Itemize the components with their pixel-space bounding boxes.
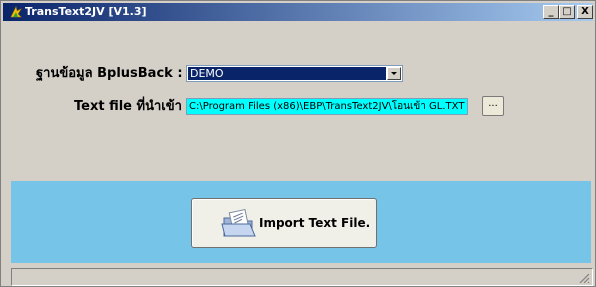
- status-bar: [11, 268, 593, 286]
- database-select[interactable]: DEMO: [186, 65, 403, 82]
- open-folder-icon: [221, 208, 256, 237]
- browse-button[interactable]: ...: [482, 96, 504, 116]
- database-select-value: DEMO: [188, 67, 386, 80]
- database-label: ฐานข้อมูล BplusBack :: [36, 66, 183, 81]
- minimize-button[interactable]: _: [543, 5, 559, 19]
- chevron-down-icon: [391, 72, 397, 75]
- dropdown-button[interactable]: [387, 67, 401, 80]
- textfile-path-input[interactable]: C:\Program Files (x86)\EBP\TransText2JV\…: [186, 98, 468, 115]
- app-icon: [10, 6, 22, 18]
- window-title: TransText2JV [V1.3]: [25, 5, 147, 18]
- app-window: TransText2JV [V1.3] _ □ X ฐานข้อมูล Bplu…: [0, 0, 596, 287]
- title-bar[interactable]: TransText2JV [V1.3] _ □ X: [3, 3, 593, 21]
- import-text-file-button[interactable]: Import Text File.: [191, 198, 377, 248]
- resize-grip-icon[interactable]: [578, 272, 590, 284]
- textfile-label: Text file ที่นำเข้า :: [74, 99, 192, 114]
- import-button-label: Import Text File.: [259, 216, 371, 230]
- maximize-button[interactable]: □: [559, 5, 575, 19]
- close-button[interactable]: X: [577, 5, 593, 19]
